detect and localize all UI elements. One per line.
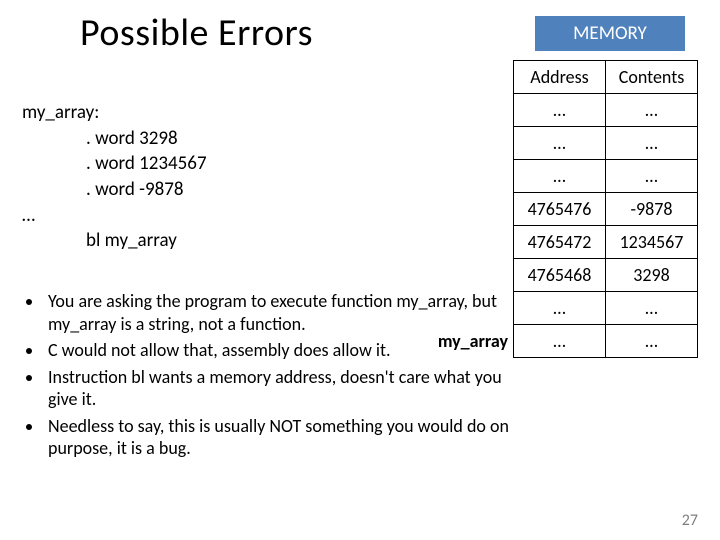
cell-addr: 4765476	[514, 193, 606, 226]
cell-addr: 4765472	[514, 226, 606, 259]
list-item: Instruction bl wants a memory address, d…	[44, 366, 512, 411]
cell-cont: …	[606, 325, 698, 358]
code-line: bl my_array	[86, 228, 207, 254]
header-contents: Contents	[606, 61, 698, 94]
cell-cont: …	[606, 94, 698, 127]
code-line: my_array:	[22, 100, 207, 126]
header-address: Address	[514, 61, 606, 94]
table-row: ……	[514, 292, 698, 325]
bullet-list: You are asking the program to execute fu…	[22, 290, 512, 464]
table-row: ……	[514, 94, 698, 127]
table-row: ……	[514, 160, 698, 193]
cell-addr: …	[514, 325, 606, 358]
cell-addr: …	[514, 94, 606, 127]
slide: Possible Errors MEMORY Address Contents …	[0, 0, 720, 540]
code-line: . word 3298	[86, 126, 207, 152]
code-line: . word 1234567	[86, 151, 207, 177]
memory-badge: MEMORY	[535, 16, 685, 51]
list-item: You are asking the program to execute fu…	[44, 290, 512, 335]
table-row: 4765476-9878	[514, 193, 698, 226]
table-row: 47654683298	[514, 259, 698, 292]
code-block: my_array: . word 3298 . word 1234567 . w…	[22, 100, 207, 254]
cell-cont: -9878	[606, 193, 698, 226]
cell-cont: …	[606, 292, 698, 325]
code-line: …	[22, 203, 207, 229]
cell-addr: …	[514, 127, 606, 160]
code-line: . word -9878	[86, 177, 207, 203]
table-header-row: Address Contents	[514, 61, 698, 94]
cell-cont: 3298	[606, 259, 698, 292]
cell-cont: 1234567	[606, 226, 698, 259]
list-item: Needless to say, this is usually NOT som…	[44, 415, 512, 460]
table-row: 47654721234567	[514, 226, 698, 259]
table-row: ……	[514, 127, 698, 160]
page-number: 27	[682, 511, 698, 530]
cell-addr: …	[514, 292, 606, 325]
cell-cont: …	[606, 160, 698, 193]
cell-cont: …	[606, 127, 698, 160]
cell-addr: …	[514, 160, 606, 193]
table-row: ……	[514, 325, 698, 358]
row-annotation: my_array	[438, 330, 508, 352]
memory-table: Address Contents …… …… …… 4765476-9878 4…	[513, 60, 698, 358]
cell-addr: 4765468	[514, 259, 606, 292]
